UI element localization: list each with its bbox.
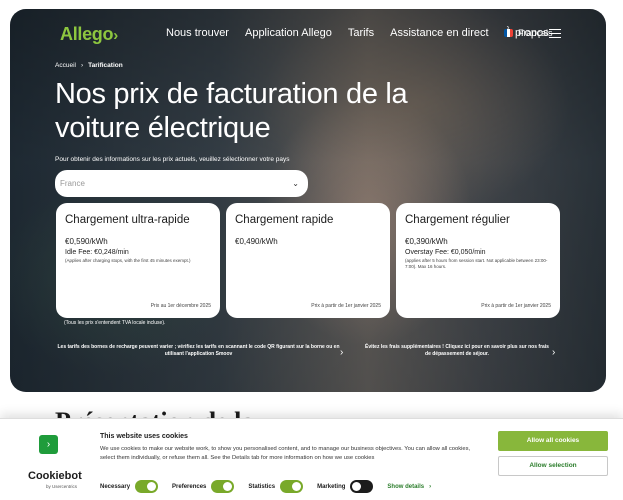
toggle-label: Statistics (248, 483, 276, 490)
card-note: (Applies after charging stops, with the … (65, 258, 191, 263)
toggle-switch[interactable] (350, 480, 374, 493)
card-date: Prix à partir de 1er janvier 2025 (481, 303, 551, 309)
page: Allego› Nous trouver Application Allego … (0, 0, 623, 500)
language-selector[interactable]: Français (504, 28, 553, 38)
logo-text: Allego (60, 24, 114, 44)
toggle-marketing[interactable]: Marketing (317, 480, 374, 493)
vat-note: (Tous les prix s'entendent TVA locale in… (64, 320, 166, 326)
card-price: €0,590/kWh (65, 237, 108, 246)
card-note: (applies after 5 hours from session star… (405, 258, 548, 269)
cookiebot-by: by Usercentrics (46, 484, 78, 489)
toggle-preferences[interactable]: Preferences (172, 480, 235, 493)
hero-section: Allego› Nous trouver Application Allego … (10, 9, 606, 392)
breadcrumb-separator-icon: › (80, 62, 84, 69)
chevron-right-icon: › (429, 483, 432, 490)
show-details-label: Show details (387, 483, 425, 490)
cookie-toggles: Necessary Preferences Statistics Marketi… (100, 480, 445, 493)
toggle-switch[interactable] (211, 480, 235, 493)
toggle-label: Preferences (172, 483, 207, 490)
toggle-statistics[interactable]: Statistics (248, 480, 304, 493)
breadcrumb: Accueil › Tarification (55, 62, 123, 69)
card-fee: Idle Fee: €0,248/min (65, 249, 129, 256)
language-label: Français (518, 28, 553, 38)
price-card-rapide: Chargement rapide €0,490/kWh Prix à part… (226, 203, 390, 318)
card-title: Chargement régulier (405, 214, 510, 226)
toggle-switch[interactable] (280, 480, 304, 493)
chevron-down-icon: ⌄ (292, 179, 299, 188)
france-flag-icon (504, 29, 513, 37)
card-title: Chargement rapide (235, 214, 334, 226)
main-nav: Nous trouver Application Allego Tarifs A… (158, 27, 557, 39)
card-fee: Overstay Fee: €0,050/min (405, 249, 486, 256)
cookiebot-chevron-icon: › (39, 435, 58, 454)
cookie-banner: › Cookiebot by Usercentrics This website… (0, 418, 623, 500)
show-details-link[interactable]: Show details › (387, 484, 431, 490)
toggle-necessary[interactable]: Necessary (100, 480, 159, 493)
breadcrumb-home[interactable]: Accueil (55, 62, 76, 69)
nav-item-tarifs[interactable]: Tarifs (340, 27, 382, 39)
card-price: €0,490/kWh (235, 237, 278, 246)
cookiebot-logo: Cookiebot (28, 470, 82, 482)
card-date: Prix à partir de 1er janvier 2025 (311, 303, 381, 309)
allow-selection-button[interactable]: Allow selection (498, 456, 608, 476)
country-select[interactable]: France ⌄ (55, 170, 308, 197)
info-link-qr-tarifs[interactable]: Les tarifs des bornes de recharge peuven… (56, 344, 341, 358)
price-card-ultra-rapide: Chargement ultra-rapide €0,590/kWh Idle … (56, 203, 220, 318)
page-title: Nos prix de facturation de la voiture él… (55, 78, 408, 144)
country-select-hint: Pour obtenir des informations sur les pr… (55, 156, 290, 163)
logo-chevron-icon: › (113, 27, 118, 44)
info-link-overstay-fees[interactable]: Évitez les frais supplémentaires ! Cliqu… (362, 344, 552, 358)
toggle-label: Necessary (100, 483, 131, 490)
card-title: Chargement ultra-rapide (65, 214, 190, 226)
cookie-text: We use cookies to make our website work,… (100, 446, 471, 461)
hamburger-icon[interactable] (549, 29, 561, 41)
allego-logo[interactable]: Allego› (60, 24, 118, 45)
cookie-title: This website uses cookies (100, 433, 188, 440)
price-card-regulier: Chargement régulier €0,390/kWh Overstay … (396, 203, 560, 318)
country-select-value: France (60, 179, 85, 188)
toggle-switch[interactable] (135, 480, 159, 493)
breadcrumb-current: Tarification (88, 62, 123, 69)
card-price: €0,390/kWh (405, 237, 448, 246)
nav-item-assistance[interactable]: Assistance en direct (382, 27, 496, 39)
allow-all-cookies-button[interactable]: Allow all cookies (498, 431, 608, 451)
chevron-right-icon[interactable]: › (552, 347, 555, 358)
nav-item-nous-trouver[interactable]: Nous trouver (158, 27, 237, 39)
nav-item-application-allego[interactable]: Application Allego (237, 27, 340, 39)
card-date: Prix au 1er décembre 2025 (150, 303, 211, 309)
chevron-right-icon[interactable]: › (340, 347, 343, 358)
toggle-label: Marketing (317, 483, 346, 490)
